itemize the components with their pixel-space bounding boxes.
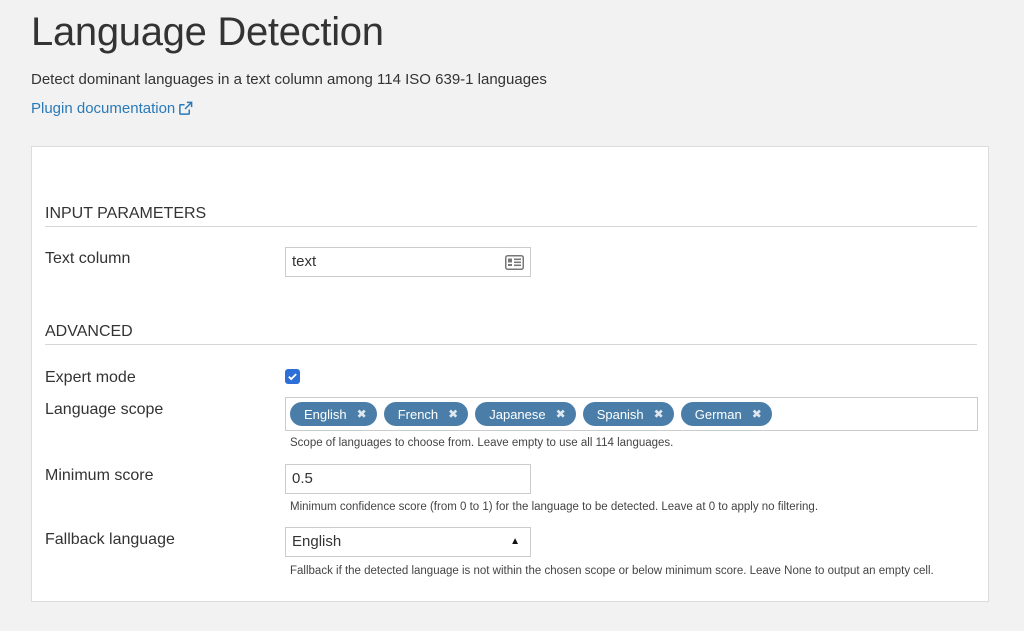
remove-tag-icon[interactable]: ✖ [752,407,762,421]
checkmark-icon [288,373,297,381]
language-tag: French ✖ [383,402,469,426]
language-tag-label: English [304,406,347,422]
language-tag: English ✖ [290,402,377,426]
fallback-language-select[interactable]: English ▲ [285,527,531,557]
remove-tag-icon[interactable]: ✖ [357,407,367,421]
advanced-section-title: ADVANCED [45,323,133,340]
text-column-input[interactable]: text [285,247,531,277]
fallback-language-help: Fallback if the detected language is not… [290,565,934,577]
fallback-language-label: Fallback language [45,531,175,548]
language-tag-label: Spanish [596,406,644,422]
expert-mode-checkbox[interactable] [285,369,300,384]
language-tag: Spanish ✖ [582,402,674,426]
page-description: Detect dominant languages in a text colu… [31,71,547,88]
text-column-label: Text column [45,250,131,267]
language-tag: Japanese ✖ [475,402,576,426]
minimum-score-value: 0.5 [292,470,313,487]
minimum-score-label: Minimum score [45,467,154,484]
language-scope-help: Scope of languages to choose from. Leave… [290,437,674,449]
page-title: Language Detection [31,10,384,54]
remove-tag-icon[interactable]: ✖ [654,407,664,421]
plugin-documentation-label: Plugin documentation [31,100,176,117]
input-parameters-section-title: INPUT PARAMETERS [45,205,207,222]
external-link-icon [179,101,193,115]
language-scope-input[interactable]: English ✖ French ✖ Japanese ✖ Spanish ✖ … [285,397,978,431]
text-column-value: text [292,253,317,270]
caret-up-icon: ▲ [510,536,520,547]
section-divider [45,344,977,345]
language-tag-label: French [397,406,439,422]
remove-tag-icon[interactable]: ✖ [556,407,566,421]
fallback-language-value: English [292,533,342,550]
language-tag-label: German [694,406,742,422]
plugin-documentation-link[interactable]: Plugin documentation [31,100,193,117]
section-divider [45,226,977,227]
language-scope-label: Language scope [45,401,164,418]
column-icon[interactable] [505,254,524,270]
minimum-score-input[interactable]: 0.5 [285,464,531,494]
settings-panel: INPUT PARAMETERS Text column text ADVANC… [31,146,989,602]
remove-tag-icon[interactable]: ✖ [448,407,458,421]
language-tag-label: Japanese [489,406,546,422]
minimum-score-help: Minimum confidence score (from 0 to 1) f… [290,501,819,513]
language-tag: German ✖ [680,402,772,426]
expert-mode-label: Expert mode [45,369,136,386]
